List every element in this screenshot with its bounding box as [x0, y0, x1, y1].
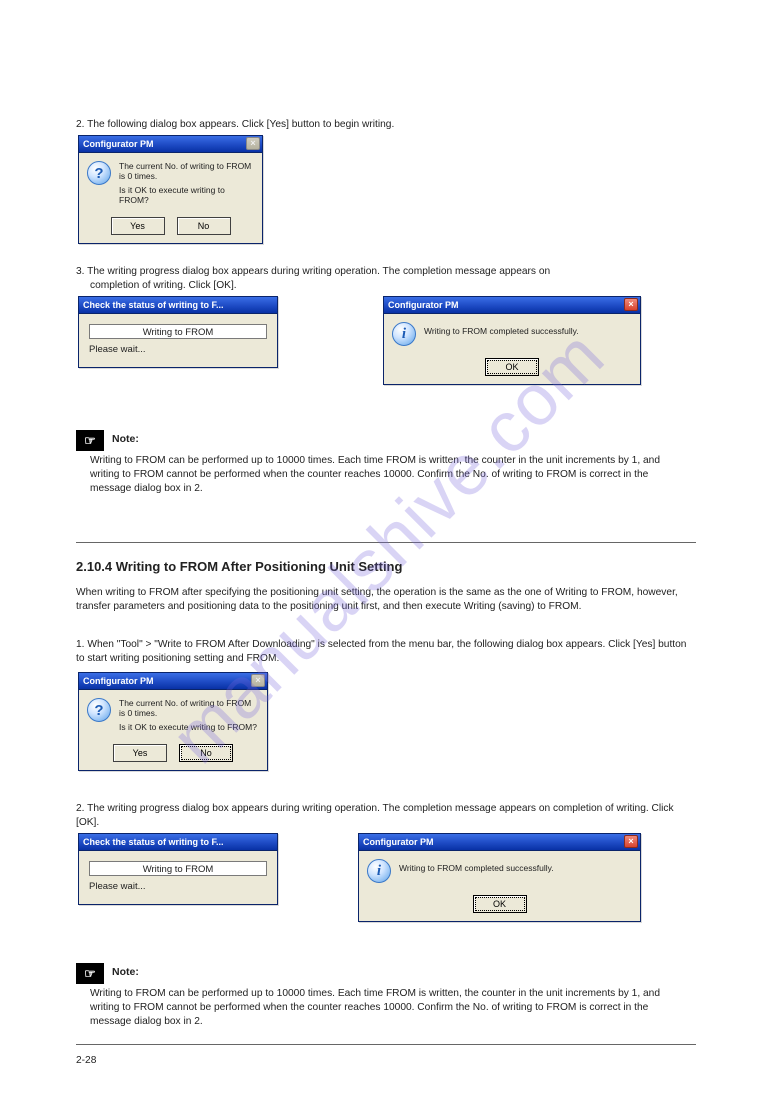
dialog-buttons: OK: [384, 354, 640, 384]
footer-divider: [76, 1044, 696, 1045]
ok-button[interactable]: OK: [485, 358, 539, 376]
dialog-buttons: Yes No: [79, 213, 262, 243]
dialog-line2: Is it OK to execute writing to FROM?: [119, 722, 259, 732]
dialog-body: ? The current No. of writing to FROM is …: [79, 690, 267, 740]
please-wait-text: Please wait...: [89, 881, 267, 892]
dialog-title: Check the status of writing to F...: [83, 300, 224, 310]
pointing-hand-icon: ☞: [84, 433, 96, 449]
note-icon: ☞: [76, 430, 104, 451]
dialog-titlebar: Check the status of writing to F...: [79, 834, 277, 851]
dialog-buttons: Yes No: [79, 740, 267, 770]
ok-button[interactable]: OK: [473, 895, 527, 913]
dialog-titlebar: Configurator PM ×: [359, 834, 640, 851]
lower-step1-text: 1. When "Tool" > "Write to FROM After Do…: [76, 638, 691, 666]
no-button[interactable]: No: [179, 744, 233, 762]
yes-button[interactable]: Yes: [111, 217, 165, 235]
section-title: 2.10.4 Writing to FROM After Positioning…: [76, 558, 402, 576]
dialog-title: Check the status of writing to F...: [83, 837, 224, 847]
lower-step2-text: 2. The writing progress dialog box appea…: [76, 802, 691, 830]
close-icon[interactable]: ×: [624, 835, 638, 848]
complete-dialog-2: Configurator PM × i Writing to FROM comp…: [358, 833, 641, 922]
dialog-line1: The current No. of writing to FROM is 0 …: [119, 698, 259, 718]
dialog-message: The current No. of writing to FROM is 0 …: [119, 698, 259, 732]
dialog-title: Configurator PM: [83, 676, 154, 686]
dialog-body: ? The current No. of writing to FROM is …: [79, 153, 262, 213]
step3-text-a: 3. The writing progress dialog box appea…: [76, 265, 550, 279]
dialog-buttons: OK: [359, 891, 640, 921]
dialog-titlebar: Configurator PM ×: [384, 297, 640, 314]
dialog-body: i Writing to FROM completed successfully…: [384, 314, 640, 354]
info-icon: i: [392, 322, 416, 346]
question-icon: ?: [87, 698, 111, 722]
dialog-titlebar: Check the status of writing to F...: [79, 297, 277, 314]
no-button[interactable]: No: [177, 217, 231, 235]
close-icon[interactable]: ×: [624, 298, 638, 311]
step3-text-b: completion of writing. Click [OK].: [90, 279, 237, 293]
dialog-body: i Writing to FROM completed successfully…: [359, 851, 640, 891]
note-icon: ☞: [76, 963, 104, 984]
note-body-1: Writing to FROM can be performed up to 1…: [90, 454, 690, 495]
dialog-message: Writing to FROM completed successfully.: [424, 322, 632, 346]
note-label: Note:: [112, 433, 139, 445]
section-intro: When writing to FROM after specifying th…: [76, 586, 691, 614]
dialog-message: Writing to FROM completed successfully.: [399, 859, 632, 883]
dialog-message: The current No. of writing to FROM is 0 …: [119, 161, 254, 205]
please-wait-text: Please wait...: [89, 344, 267, 355]
info-icon: i: [367, 859, 391, 883]
section-divider: [76, 542, 696, 543]
dialog-title: Configurator PM: [388, 300, 459, 310]
progress-dialog-1: Check the status of writing to F... Writ…: [78, 296, 278, 368]
page-number: 2-28: [76, 1054, 96, 1068]
dialog-title: Configurator PM: [83, 139, 154, 149]
pointing-hand-icon: ☞: [84, 966, 96, 982]
close-icon[interactable]: ×: [246, 137, 260, 150]
progress-label: Writing to FROM: [89, 327, 267, 338]
yes-button[interactable]: Yes: [113, 744, 167, 762]
note-body-2: Writing to FROM can be performed up to 1…: [90, 987, 690, 1028]
progress-body: Writing to FROM Please wait...: [79, 314, 277, 367]
close-icon[interactable]: ×: [251, 674, 265, 687]
complete-dialog-1: Configurator PM × i Writing to FROM comp…: [383, 296, 641, 385]
confirm-dialog-1: Configurator PM × ? The current No. of w…: [78, 135, 263, 244]
step2-text: 2. The following dialog box appears. Cli…: [76, 118, 394, 132]
dialog-line2: Is it OK to execute writing to FROM?: [119, 185, 254, 205]
dialog-line1: The current No. of writing to FROM is 0 …: [119, 161, 254, 181]
note-label: Note:: [112, 966, 139, 978]
progress-dialog-2: Check the status of writing to F... Writ…: [78, 833, 278, 905]
progress-label: Writing to FROM: [89, 864, 267, 875]
progress-body: Writing to FROM Please wait...: [79, 851, 277, 904]
dialog-titlebar: Configurator PM ×: [79, 673, 267, 690]
question-icon: ?: [87, 161, 111, 185]
confirm-dialog-2: Configurator PM × ? The current No. of w…: [78, 672, 268, 771]
dialog-titlebar: Configurator PM ×: [79, 136, 262, 153]
dialog-title: Configurator PM: [363, 837, 434, 847]
